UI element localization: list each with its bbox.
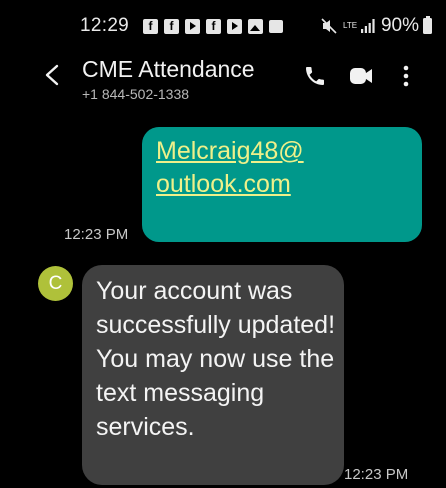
network-type: LTE bbox=[342, 21, 358, 30]
message-timestamp: 12:23 PM bbox=[64, 226, 129, 243]
contact-number: +1 844-502-1338 bbox=[82, 86, 190, 102]
status-time: 12:29 bbox=[80, 15, 130, 36]
facebook-icon: f bbox=[206, 19, 221, 34]
mute-icon bbox=[321, 18, 337, 34]
battery-percent: 90% bbox=[380, 15, 419, 36]
signal-icon bbox=[360, 19, 375, 33]
message-text: Your account was successfully updated! Y… bbox=[96, 277, 336, 441]
system-status-icons: LTE 90% bbox=[321, 15, 432, 37]
video-call-icon[interactable] bbox=[348, 64, 374, 88]
status-bar: 12:29 f f f LTE 90% bbox=[0, 0, 446, 52]
avatar[interactable]: C bbox=[38, 266, 73, 301]
message-timestamp: 12:23 PM bbox=[344, 466, 409, 483]
email-link[interactable]: Melcraig48@outlook.com bbox=[156, 135, 306, 201]
back-icon[interactable] bbox=[43, 64, 61, 86]
outgoing-message-bubble[interactable]: Melcraig48@outlook.com bbox=[142, 127, 422, 242]
exchange-icon bbox=[269, 20, 283, 33]
notification-icons: f f f bbox=[143, 19, 283, 34]
facebook-icon: f bbox=[164, 19, 179, 34]
contact-name: CME Attendance bbox=[82, 56, 255, 82]
youtube-icon bbox=[227, 19, 242, 34]
facebook-icon: f bbox=[143, 19, 158, 34]
more-options-icon[interactable] bbox=[398, 63, 414, 89]
gallery-icon bbox=[248, 19, 263, 34]
battery-icon bbox=[423, 16, 432, 34]
youtube-icon bbox=[185, 19, 200, 34]
incoming-message-bubble[interactable]: Your account was successfully updated! Y… bbox=[82, 265, 344, 485]
call-icon[interactable] bbox=[303, 64, 327, 88]
